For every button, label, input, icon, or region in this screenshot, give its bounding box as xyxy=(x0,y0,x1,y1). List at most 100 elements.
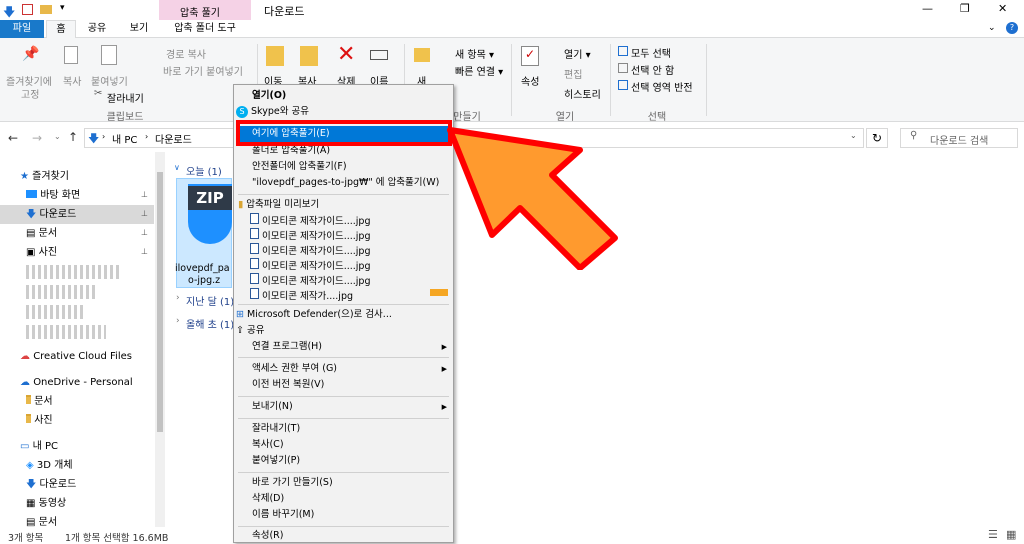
new-folder-icon[interactable] xyxy=(414,48,430,62)
group-expand-icon[interactable]: ∨ xyxy=(174,163,180,172)
help-icon[interactable]: ? xyxy=(1006,22,1018,34)
nav-od-documents[interactable]: 문서 xyxy=(26,392,152,411)
menu-create-shortcut[interactable]: 바로 가기 만들기(S) xyxy=(234,475,453,491)
nav-documents[interactable]: ▤ 문서 xyxy=(26,224,152,243)
nav-creative-cloud[interactable]: ☁ Creative Cloud Files xyxy=(20,347,150,366)
menu-preview-file[interactable]: 이모티콘 제작가이드....jpg xyxy=(234,228,453,244)
open-button[interactable]: 열기 ▾ xyxy=(564,46,591,61)
nav-this-pc[interactable]: ▭ 내 PC xyxy=(20,437,150,456)
menu-preview-file[interactable]: 이모티콘 제작가이드....jpg xyxy=(234,273,453,289)
copy-button[interactable]: 복사 xyxy=(63,73,81,88)
tab-zip-tools[interactable]: 압축 폴더 도구 xyxy=(161,20,249,38)
menu-paste[interactable]: 붙여넣기(P) xyxy=(234,453,453,469)
blurred-folder[interactable] xyxy=(26,305,86,319)
menu-cut[interactable]: 잘라내기(T) xyxy=(234,421,453,437)
select-all-button[interactable]: 모두 선택 xyxy=(631,45,671,60)
nav-onedrive[interactable]: ☁ OneDrive - Personal xyxy=(20,373,150,392)
nav-videos[interactable]: ▦ 동영상 xyxy=(26,494,152,513)
pin-icon[interactable]: ⊥ xyxy=(141,228,148,237)
recent-dropdown-icon[interactable]: ⌄ xyxy=(54,132,61,141)
menu-defender[interactable]: ⊞ Microsoft Defender(으)로 검사... xyxy=(234,307,453,323)
pin-icon[interactable]: ⊥ xyxy=(141,247,148,256)
nav-quick-access[interactable]: ★ 즐겨찾기 xyxy=(20,167,150,186)
menu-preview-file[interactable]: 이모티콘 제작가이드....jpg xyxy=(234,213,453,229)
menu-delete[interactable]: 삭제(D) xyxy=(234,491,453,507)
copy-to-icon[interactable] xyxy=(300,46,318,66)
ribbon-collapse-icon[interactable]: ⌄ xyxy=(988,23,996,33)
new-item-button[interactable]: 새 항목 ▾ xyxy=(455,46,494,61)
tab-view[interactable]: 보기 xyxy=(122,20,156,38)
menu-open-with[interactable]: 연결 프로그램(H) ▶ xyxy=(234,339,453,355)
blurred-folder[interactable] xyxy=(26,285,96,299)
paste-button[interactable]: 붙여넣기 xyxy=(91,73,128,88)
checkbox-icon[interactable] xyxy=(22,4,33,15)
nav-desktop[interactable]: 바탕 화면 xyxy=(26,186,152,205)
nav-pictures[interactable]: ▣ 사진 xyxy=(26,243,152,262)
blurred-folder[interactable] xyxy=(26,325,106,339)
select-none-button[interactable]: 선택 안 함 xyxy=(631,62,674,77)
group-today[interactable]: 오늘 (1) xyxy=(186,163,222,178)
pin-icon[interactable]: ⊥ xyxy=(141,190,148,199)
details-view-icon[interactable]: ☰ xyxy=(988,528,998,541)
large-icons-view-icon[interactable]: ▦ xyxy=(1006,528,1016,541)
nav-pc-downloads[interactable]: 🡇 다운로드 xyxy=(26,475,152,494)
group-expand-icon[interactable]: › xyxy=(176,316,180,326)
nav-scrollbar-thumb[interactable] xyxy=(157,172,163,432)
folder-icon[interactable] xyxy=(40,5,52,14)
menu-rename[interactable]: 이름 바꾸기(M) xyxy=(234,507,453,523)
menu-skype[interactable]: S Skype와 공유 xyxy=(234,104,453,120)
menu-send-to[interactable]: 보내기(N) ▶ xyxy=(234,399,453,415)
properties-icon[interactable]: ✓ xyxy=(521,46,539,66)
address-dropdown-icon[interactable]: ⌄ xyxy=(850,131,857,140)
menu-preview-file[interactable]: 이모티콘 제작가....jpg xyxy=(234,288,453,304)
paste-icon[interactable] xyxy=(101,45,117,65)
up-icon[interactable]: ↑ xyxy=(68,130,78,144)
delete-icon[interactable]: ✕ xyxy=(337,42,355,67)
breadcrumb-root[interactable]: 내 PC xyxy=(112,131,137,146)
copy-icon[interactable] xyxy=(64,46,78,64)
menu-safe-extract[interactable]: 안전폴더에 압축풀기(F) xyxy=(234,159,453,175)
properties-button[interactable]: 속성 xyxy=(521,73,539,88)
menu-properties[interactable]: 속성(R) xyxy=(234,528,453,544)
menu-preview-file[interactable]: 이모티콘 제작가이드....jpg xyxy=(234,258,453,274)
menu-restore-versions[interactable]: 이전 버전 복원(V) xyxy=(234,377,453,393)
copy-path-button[interactable]: 경로 복사 xyxy=(166,46,206,61)
edit-button[interactable]: 편집 xyxy=(564,66,582,81)
move-to-icon[interactable] xyxy=(266,46,284,66)
group-earlier[interactable]: 올해 초 (1) xyxy=(186,316,234,331)
maximize-button[interactable]: ❐ xyxy=(960,2,970,15)
blurred-folder[interactable] xyxy=(26,265,121,279)
tab-home[interactable]: 홈 xyxy=(46,20,76,38)
refresh-button[interactable]: ↻ xyxy=(866,128,888,148)
menu-preview[interactable]: ▮ 압축파일 미리보기 xyxy=(234,197,453,213)
forward-icon[interactable]: → xyxy=(32,131,42,145)
back-icon[interactable]: ← xyxy=(8,131,18,145)
menu-copy[interactable]: 복사(C) xyxy=(234,437,453,453)
invert-selection-button[interactable]: 선택 영역 반전 xyxy=(631,79,693,94)
breadcrumb-folder[interactable]: 다운로드 xyxy=(155,131,192,146)
menu-share[interactable]: ⇪ 공유 xyxy=(234,323,453,339)
rename-icon[interactable] xyxy=(370,50,388,60)
pin-icon[interactable]: ⊥ xyxy=(141,209,148,218)
history-button[interactable]: 히스토리 xyxy=(564,86,601,101)
minimize-button[interactable]: — xyxy=(922,2,933,15)
pin-icon[interactable]: 📌 xyxy=(22,46,39,64)
group-expand-icon[interactable]: › xyxy=(176,293,180,303)
tab-file[interactable]: 파일 xyxy=(0,20,44,38)
pin-label-2[interactable]: 고정 xyxy=(21,86,39,101)
content-scrollbar[interactable] xyxy=(1014,152,1024,527)
nav-od-pictures[interactable]: 사진 xyxy=(26,411,152,430)
paste-shortcut-button[interactable]: 바로 가기 붙여넣기 xyxy=(163,63,243,78)
menu-open[interactable]: 열기(O) xyxy=(234,88,453,104)
menu-preview-file[interactable]: 이모티콘 제작가이드....jpg xyxy=(234,243,453,259)
tab-share[interactable]: 공유 xyxy=(80,20,114,38)
qat-dropdown-icon[interactable]: ▾ xyxy=(60,3,65,13)
group-last-month[interactable]: 지난 달 (1) xyxy=(186,293,234,308)
more-badge-icon[interactable] xyxy=(430,289,448,296)
menu-extract-named[interactable]: "ilovepdf_pages-to-jpg₩" 에 압축풀기(W) xyxy=(234,175,453,191)
nav-downloads[interactable]: 🡇 다운로드 xyxy=(0,205,154,224)
close-button[interactable]: ✕ xyxy=(998,2,1007,15)
easy-access-button[interactable]: 빠른 연결 ▾ xyxy=(455,63,503,78)
cut-button[interactable]: 잘라내기 xyxy=(107,90,144,105)
menu-give-access[interactable]: 액세스 권한 부여 (G) ▶ xyxy=(234,361,453,377)
